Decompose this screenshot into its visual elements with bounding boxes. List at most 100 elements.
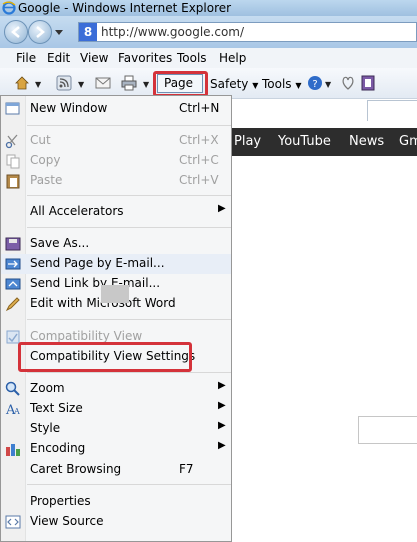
text-size-label: Text Size: [30, 401, 83, 415]
help-dropdown-icon[interactable]: ▼: [325, 80, 331, 89]
back-button[interactable]: [4, 20, 28, 44]
compatibility-view-label: Compatibility View: [30, 329, 143, 343]
feeds-icon[interactable]: [56, 75, 72, 91]
menu-help[interactable]: Help: [219, 51, 246, 65]
menu-zoom[interactable]: Zoom ▶: [1, 379, 231, 399]
arrow-left-icon: [11, 26, 20, 38]
safety-menu-button[interactable]: Safety ▼: [210, 77, 258, 91]
page-dropdown-menu: New Window Ctrl+N Cut Ctrl+X Copy Ctrl+C…: [0, 95, 232, 542]
encoding-icon: [6, 444, 20, 456]
pencil-icon: [5, 297, 20, 312]
caret-browsing-label: Caret Browsing: [30, 462, 122, 476]
menu-style[interactable]: Style ▶: [1, 419, 231, 439]
new-window-label: New Window: [30, 101, 108, 115]
menu-text-size[interactable]: A A Text Size ▶: [1, 399, 231, 419]
send-link-label: Send Link by E-mail...: [30, 276, 161, 290]
google-search-input[interactable]: [358, 416, 417, 444]
tools-label: Tools: [262, 77, 292, 91]
address-url: http://www.google.com/: [101, 25, 245, 39]
menu-view[interactable]: View: [80, 51, 108, 65]
google-nav-youtube[interactable]: YouTube: [278, 134, 331, 149]
submenu-arrow-icon: ▶: [218, 380, 226, 391]
style-label: Style: [30, 421, 61, 435]
title-bar: Google - Windows Internet Explorer: [0, 0, 417, 16]
forward-button[interactable]: [28, 20, 52, 44]
all-accelerators-label: All Accelerators: [30, 204, 124, 218]
submenu-arrow-icon: ▶: [218, 440, 226, 451]
menu-new-window[interactable]: New Window Ctrl+N: [1, 99, 231, 119]
paste-icon: [6, 174, 20, 189]
google-nav-play[interactable]: Play: [234, 134, 261, 149]
copy-label: Copy: [30, 153, 61, 167]
address-row: 8 http://www.google.com/: [0, 16, 417, 48]
google-nav-gmail[interactable]: Gm: [399, 134, 417, 149]
menu-separator: [27, 125, 231, 126]
scissors-icon: [5, 134, 18, 149]
menu-view-source[interactable]: View Source: [1, 512, 231, 532]
google-favicon-icon: 8: [79, 23, 97, 41]
home-dropdown-icon[interactable]: ▼: [35, 80, 41, 89]
text-size-icon: A A: [5, 403, 20, 417]
save-icon: [5, 237, 21, 251]
menu-tools[interactable]: Tools: [177, 51, 207, 65]
submenu-arrow-icon: ▶: [218, 400, 226, 411]
menu-favorites[interactable]: Favorites: [118, 51, 172, 65]
arrow-right-icon: [36, 26, 45, 38]
paste-label: Paste: [30, 173, 63, 187]
menu-separator: [27, 484, 231, 485]
menu-separator: [27, 195, 231, 196]
safety-dropdown-icon: ▼: [252, 81, 259, 90]
menu-edit[interactable]: Edit: [47, 51, 70, 65]
paste-shortcut: Ctrl+V: [179, 173, 219, 187]
cut-label: Cut: [30, 133, 51, 147]
research-icon[interactable]: [340, 75, 356, 91]
recent-pages-dropdown-icon[interactable]: [55, 28, 63, 36]
menu-bar: File Edit View Favorites Tools Help: [0, 48, 417, 69]
menu-properties[interactable]: Properties: [1, 492, 231, 512]
save-as-label: Save As...: [30, 236, 90, 250]
caret-browsing-shortcut: F7: [179, 462, 194, 476]
menu-caret-browsing[interactable]: Caret Browsing F7: [1, 460, 231, 480]
send-link-icon: [5, 278, 21, 290]
tools-dropdown-icon: ▼: [295, 81, 302, 90]
google-nav-news[interactable]: News: [349, 134, 384, 149]
new-window-icon: [5, 102, 20, 115]
new-tab-button[interactable]: [367, 100, 417, 121]
tools-menu-button[interactable]: Tools ▼: [262, 77, 302, 91]
feeds-dropdown-icon[interactable]: ▼: [78, 80, 84, 89]
menu-paste[interactable]: Paste Ctrl+V: [1, 171, 231, 191]
send-page-icon: [5, 258, 21, 270]
help-icon[interactable]: ?: [307, 75, 323, 91]
window-title: Google - Windows Internet Explorer: [18, 1, 232, 15]
menu-save-as[interactable]: Save As...: [1, 234, 231, 254]
send-page-label: Send Page by E-mail...: [30, 256, 165, 270]
print-dropdown-icon[interactable]: ▼: [143, 80, 149, 89]
menu-separator: [27, 319, 231, 320]
copy-icon: [6, 154, 20, 169]
view-source-label: View Source: [30, 514, 104, 528]
menu-file[interactable]: File: [16, 51, 36, 65]
menu-cut[interactable]: Cut Ctrl+X: [1, 131, 231, 151]
google-nav-bar: Play YouTube News Gm: [232, 128, 417, 156]
submenu-arrow-icon: ▶: [218, 420, 226, 431]
copy-shortcut: Ctrl+C: [179, 153, 219, 167]
home-icon[interactable]: [14, 75, 30, 91]
onenote-icon[interactable]: [360, 75, 376, 91]
menu-encoding[interactable]: Encoding ▶: [1, 439, 231, 459]
read-mail-icon[interactable]: [95, 75, 111, 91]
compatibility-settings-highlight: [18, 342, 192, 372]
menu-all-accelerators[interactable]: All Accelerators ▶: [1, 202, 231, 222]
new-window-shortcut: Ctrl+N: [179, 101, 220, 115]
submenu-arrow-icon: ▶: [218, 203, 226, 214]
menu-separator: [27, 227, 231, 228]
address-bar[interactable]: 8 http://www.google.com/: [78, 22, 417, 42]
view-source-icon: [5, 515, 21, 529]
print-icon[interactable]: [121, 75, 137, 91]
page-button-highlight: [153, 71, 208, 97]
menu-separator: [27, 372, 231, 373]
encoding-label: Encoding: [30, 441, 86, 455]
menu-copy[interactable]: Copy Ctrl+C: [1, 151, 231, 171]
cursor-artifact: [101, 285, 129, 303]
menu-send-page[interactable]: Send Page by E-mail...: [1, 254, 231, 274]
cut-shortcut: Ctrl+X: [179, 133, 219, 147]
